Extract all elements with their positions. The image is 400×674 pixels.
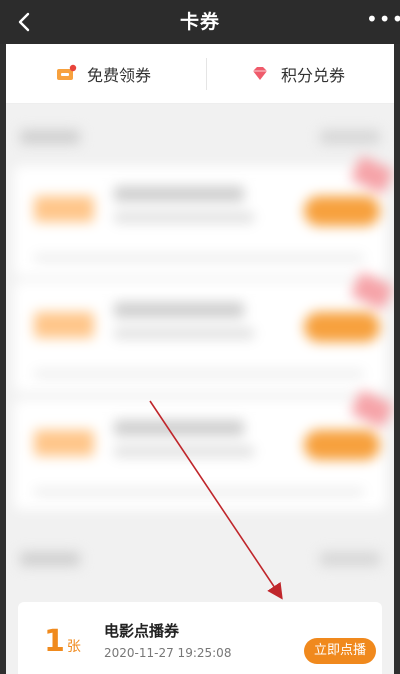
ticket-icon <box>56 64 77 80</box>
coupon-tabs: 免费领券 积分兑券 <box>6 44 394 104</box>
section-header <box>20 548 380 568</box>
blurred-coupon-list <box>6 104 394 594</box>
page-title: 卡券 <box>179 11 220 33</box>
coupon-name: 电影点播券 <box>104 622 180 640</box>
coupon-count: 1 张 <box>44 624 81 660</box>
coupon-time: 2020-11-27 19:25:08 <box>104 646 232 660</box>
app-frame: 卡券 ••• 免费领券 积分兑券 <box>0 0 400 674</box>
content-area: 免费领券 积分兑券 1 张 电影点播券 2020-11-27 19:25:08 … <box>6 44 394 674</box>
diamond-icon <box>252 67 267 80</box>
tab-points-exchange[interactable]: 积分兑券 <box>200 44 394 104</box>
more-dots-icon[interactable]: ••• <box>366 9 400 34</box>
tab-label: 积分兑券 <box>280 66 345 85</box>
watch-now-button[interactable]: 立即点播 <box>304 638 376 664</box>
coupon-card <box>14 155 394 276</box>
coupon-card <box>14 389 394 510</box>
tab-label: 免费领券 <box>86 66 151 85</box>
movie-coupon-card: 1 张 电影点播券 2020-11-27 19:25:08 立即点播 <box>18 602 382 674</box>
coupon-count-unit: 张 <box>66 639 81 655</box>
tab-free-coupons[interactable]: 免费领券 <box>6 44 200 104</box>
coupon-count-number: 1 <box>44 624 65 659</box>
coupon-card <box>14 271 394 392</box>
top-bar: 卡券 ••• <box>0 0 400 44</box>
section-header <box>20 126 380 146</box>
